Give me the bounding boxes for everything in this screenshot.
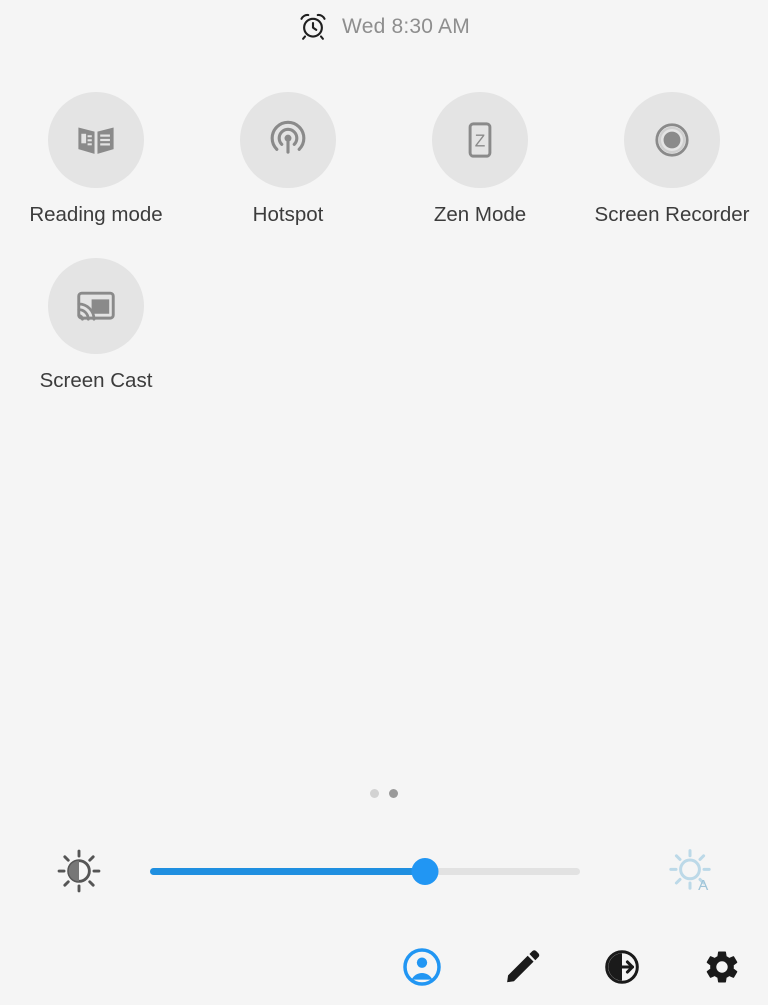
tile-zen-mode[interactable]: Z Zen Mode bbox=[384, 92, 576, 226]
brightness-slider[interactable] bbox=[150, 851, 580, 891]
tile-screen-cast-label: Screen Cast bbox=[39, 368, 153, 392]
alarm-clock-icon bbox=[298, 11, 328, 41]
svg-text:A: A bbox=[698, 877, 709, 894]
tile-screen-recorder[interactable]: Screen Recorder bbox=[576, 92, 768, 226]
status-bar: Wed 8:30 AM bbox=[0, 0, 768, 52]
tile-reading-mode-label: Reading mode bbox=[29, 203, 163, 226]
tile-hotspot-circle[interactable] bbox=[240, 92, 336, 188]
quick-settings-tiles: Reading mode Hotspot Z Zen Mode Screen R… bbox=[0, 52, 768, 391]
tile-screen-cast-circle[interactable] bbox=[48, 257, 144, 354]
bottom-bar bbox=[0, 938, 768, 996]
svg-text:Z: Z bbox=[475, 131, 486, 151]
brightness-row: A bbox=[0, 845, 768, 897]
tile-zen-mode-label: Zen Mode bbox=[433, 203, 527, 226]
zen-mode-icon: Z bbox=[458, 118, 502, 162]
tile-hotspot-label: Hotspot bbox=[252, 203, 324, 226]
power-circle-icon bbox=[604, 949, 640, 985]
screen-recorder-icon bbox=[650, 118, 694, 162]
auto-brightness-icon[interactable]: A bbox=[668, 847, 716, 895]
gear-icon bbox=[703, 948, 741, 986]
hotspot-icon bbox=[266, 118, 310, 162]
brightness-slider-fill bbox=[150, 867, 426, 875]
tile-screen-recorder-label: Screen Recorder bbox=[594, 203, 750, 226]
tile-screen-cast[interactable]: Screen Cast bbox=[0, 257, 192, 392]
user-account-icon bbox=[402, 947, 442, 987]
tile-screen-recorder-circle[interactable] bbox=[624, 92, 720, 188]
screen-cast-icon bbox=[74, 284, 118, 328]
page-dot-2[interactable] bbox=[389, 789, 398, 798]
page-indicator bbox=[0, 789, 768, 798]
settings-button[interactable] bbox=[698, 943, 746, 991]
power-button[interactable] bbox=[598, 943, 646, 991]
brightness-contrast-icon[interactable] bbox=[56, 848, 102, 894]
tile-reading-mode-circle[interactable] bbox=[48, 92, 144, 188]
tile-hotspot[interactable]: Hotspot bbox=[192, 92, 384, 226]
tile-zen-mode-circle[interactable]: Z bbox=[432, 92, 528, 188]
edit-button[interactable] bbox=[498, 943, 546, 991]
tile-reading-mode[interactable]: Reading mode bbox=[0, 92, 192, 226]
clock-text: Wed 8:30 AM bbox=[342, 14, 470, 38]
pencil-icon bbox=[503, 948, 541, 986]
book-icon bbox=[74, 118, 118, 162]
user-account-button[interactable] bbox=[398, 943, 446, 991]
brightness-slider-thumb[interactable] bbox=[411, 857, 439, 885]
page-dot-1[interactable] bbox=[370, 789, 379, 798]
